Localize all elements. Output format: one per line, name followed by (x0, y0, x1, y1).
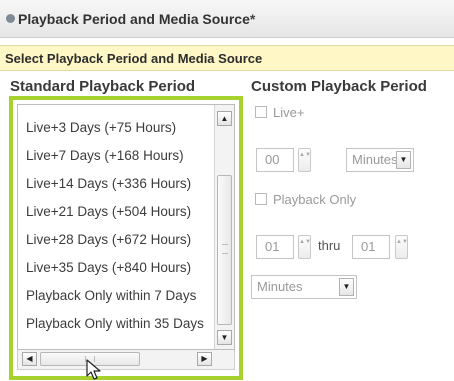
live-plus-spinner-icon[interactable]: ▲▼ (298, 148, 311, 172)
live-plus-checkbox[interactable] (255, 106, 267, 118)
scroll-up-arrow-icon[interactable]: ▲ (217, 111, 232, 126)
mouse-pointer-icon (86, 359, 101, 380)
horizontal-scrollbar[interactable]: ◀ ▶ (17, 350, 235, 370)
playback-only-checkbox[interactable] (255, 193, 267, 205)
scroll-right-arrow-icon[interactable]: ▶ (197, 352, 212, 366)
live-plus-value-input[interactable]: 00 (256, 148, 294, 172)
panel-title: Playback Period and Media Source (18, 10, 250, 27)
custom-playback-heading: Custom Playback Period (251, 78, 427, 95)
panel-title-bar: Playback Period and Media Source * (0, 0, 454, 38)
standard-playback-listbox[interactable]: Live+3 Days (+75 Hours) Live+7 Days (+16… (17, 104, 235, 350)
range-unit-select[interactable]: Minutes ▼ (251, 275, 357, 299)
range-to-input[interactable]: 01 (352, 235, 390, 259)
list-item[interactable]: Live+35 Days (+840 Hours) (18, 254, 214, 282)
range-unit-value: Minutes (257, 279, 303, 294)
list-item[interactable]: Live+21 Days (+504 Hours) (18, 198, 214, 226)
range-from-input[interactable]: 01 (256, 235, 294, 259)
range-from-spinner-icon[interactable]: ▲▼ (298, 235, 311, 259)
required-marker: * (249, 10, 256, 27)
list-item[interactable]: Live+14 Days (+336 Hours) (18, 170, 214, 198)
list-item[interactable]: Playback Only within 35 Days (18, 310, 214, 338)
standard-playback-heading: Standard Playback Period (10, 78, 196, 95)
list-item[interactable]: Live+7 Days (+168 Hours) (18, 142, 214, 170)
live-plus-unit-select[interactable]: Minutes ▼ (346, 148, 414, 172)
range-to-spinner-icon[interactable]: ▲▼ (395, 235, 408, 259)
grip-icon (222, 244, 228, 254)
chevron-down-icon[interactable]: ▼ (339, 278, 354, 296)
vertical-scroll-thumb[interactable] (217, 175, 232, 325)
list-item[interactable]: Live+3 Days (+75 Hours) (18, 114, 214, 142)
thru-label: thru (318, 238, 341, 253)
scroll-down-arrow-icon[interactable]: ▼ (217, 330, 232, 345)
section-subheader: Select Playback Period and Media Source (0, 45, 454, 71)
bullet-icon (6, 14, 15, 23)
standard-playback-items: Live+3 Days (+75 Hours) Live+7 Days (+16… (18, 105, 214, 338)
list-item[interactable]: Live+28 Days (+672 Hours) (18, 226, 214, 254)
live-plus-unit-value: Minutes (352, 152, 398, 167)
vertical-scrollbar[interactable]: ▲ ▼ (214, 105, 234, 349)
standard-playback-list-focus: Live+3 Days (+75 Hours) Live+7 Days (+16… (9, 96, 243, 380)
live-plus-label: Live+ (273, 105, 305, 120)
chevron-down-icon[interactable]: ▼ (396, 151, 411, 169)
list-item[interactable]: Playback Only within 7 Days (18, 282, 214, 310)
scroll-left-arrow-icon[interactable]: ◀ (22, 352, 37, 366)
playback-only-label: Playback Only (273, 192, 357, 207)
